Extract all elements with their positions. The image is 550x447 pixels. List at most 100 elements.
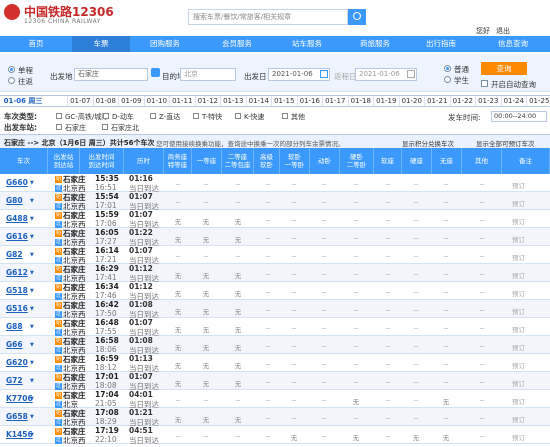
seat-availability[interactable]: 无 [192,414,220,424]
seat-availability[interactable]: -- [402,378,430,386]
swap-icon[interactable] [151,68,160,77]
date-tab[interactable]: 01-09 [118,96,144,106]
railway-logo-icon[interactable] [4,4,20,20]
seat-availability[interactable]: -- [310,198,338,206]
book-button[interactable]: 预订 [512,396,525,406]
seat-availability[interactable]: -- [224,432,252,440]
column-header[interactable]: 一等座 [192,148,222,174]
seat-availability[interactable]: -- [468,378,496,386]
seat-availability[interactable]: 无 [164,216,192,226]
seat-availability[interactable]: -- [374,252,402,260]
seat-availability[interactable]: -- [254,306,282,314]
seat-availability[interactable]: -- [254,180,282,188]
train-type-checkbox[interactable] [193,113,199,119]
book-button[interactable]: 预订 [512,414,525,424]
column-header[interactable]: 出发时间 到达时间 [80,148,124,174]
seat-availability[interactable]: -- [280,342,308,350]
date-tab[interactable]: 01-11 [169,96,195,106]
seat-availability[interactable]: -- [224,396,252,404]
book-button[interactable]: 预订 [512,378,525,388]
seat-availability[interactable]: -- [254,324,282,332]
seat-availability[interactable]: -- [374,234,402,242]
date-tab[interactable]: 01-22 [449,96,476,106]
column-header[interactable]: 其他 [462,148,502,174]
seat-availability[interactable]: -- [310,432,338,440]
column-header[interactable]: 动卧 [310,148,340,174]
seat-availability[interactable]: -- [468,288,496,296]
book-button[interactable]: 预订 [512,432,525,442]
chevron-down-icon[interactable]: ▼ [30,414,34,420]
seat-availability[interactable]: -- [402,306,430,314]
train-number-link[interactable]: G82 [6,250,23,259]
seat-availability[interactable]: -- [280,414,308,422]
nav-guide[interactable]: 出行指南 [412,36,470,52]
seat-availability[interactable]: 无 [192,342,220,352]
seat-availability[interactable]: -- [432,252,460,260]
column-header[interactable]: 硬卧 二等卧 [340,148,374,174]
one-way-radio[interactable] [8,66,15,73]
seat-availability[interactable]: 无 [164,378,192,388]
seat-availability[interactable]: -- [342,216,370,224]
train-number-link[interactable]: G516 [6,304,28,313]
seat-availability[interactable]: 无 [164,414,192,424]
train-number-link[interactable]: K7706 [6,394,33,403]
seat-availability[interactable]: -- [280,252,308,260]
seat-availability[interactable]: -- [468,324,496,332]
date-tab[interactable]: 01-07 [67,96,93,106]
seat-availability[interactable]: -- [254,234,282,242]
book-button[interactable]: 预订 [512,252,525,262]
seat-availability[interactable]: -- [310,414,338,422]
seat-availability[interactable]: 无 [164,234,192,244]
chevron-down-icon[interactable]: ▼ [30,306,34,312]
seat-availability[interactable]: -- [342,324,370,332]
seat-availability[interactable]: -- [164,432,192,440]
current-date-tab[interactable]: 01-06 周三 [0,96,46,106]
column-header[interactable]: 车次 [0,148,48,174]
chevron-down-icon[interactable]: ▼ [30,198,34,204]
seat-availability[interactable]: -- [432,288,460,296]
seat-availability[interactable]: -- [342,234,370,242]
book-button[interactable]: 预订 [512,342,525,352]
seat-availability[interactable]: 无 [224,360,252,370]
seat-availability[interactable]: -- [192,180,220,188]
seat-availability[interactable]: -- [342,342,370,350]
chevron-down-icon[interactable]: ▼ [30,432,34,438]
seat-availability[interactable]: 无 [192,288,220,298]
column-header[interactable]: 软卧 一等卧 [280,148,310,174]
date-tab[interactable]: 01-21 [424,96,450,106]
seat-availability[interactable]: -- [432,360,460,368]
seat-availability[interactable]: -- [432,324,460,332]
seat-availability[interactable]: -- [468,216,496,224]
seat-availability[interactable]: -- [164,198,192,206]
date-tab[interactable]: 01-20 [398,96,425,106]
logout-link[interactable]: 退出 [496,26,510,36]
station-checkbox[interactable] [102,124,108,130]
seat-availability[interactable]: -- [310,216,338,224]
seat-availability[interactable]: -- [280,360,308,368]
seat-availability[interactable]: -- [280,198,308,206]
column-header[interactable]: 软座 [374,148,402,174]
seat-availability[interactable]: -- [402,360,430,368]
column-header[interactable]: 历时 [124,148,164,174]
seat-availability[interactable]: -- [342,270,370,278]
seat-availability[interactable]: -- [402,342,430,350]
seat-availability[interactable]: 无 [224,216,252,226]
seat-availability[interactable]: -- [164,180,192,188]
date-tab[interactable]: 01-18 [347,96,374,106]
seat-availability[interactable]: 无 [224,342,252,352]
seat-availability[interactable]: -- [280,378,308,386]
seat-availability[interactable]: -- [374,396,402,404]
seat-availability[interactable]: -- [254,288,282,296]
date-tab[interactable]: 01-15 [271,96,297,106]
seat-availability[interactable]: 无 [224,306,252,316]
chevron-down-icon[interactable]: ▼ [30,360,34,366]
column-header[interactable]: 无座 [432,148,462,174]
date-tab[interactable]: 01-14 [245,96,272,106]
chevron-down-icon[interactable]: ▼ [30,342,34,348]
seat-availability[interactable]: -- [224,198,252,206]
seat-availability[interactable]: 无 [192,234,220,244]
student-radio[interactable] [444,76,451,83]
seat-availability[interactable]: -- [310,180,338,188]
seat-availability[interactable]: -- [254,216,282,224]
train-number-link[interactable]: G488 [6,214,28,223]
